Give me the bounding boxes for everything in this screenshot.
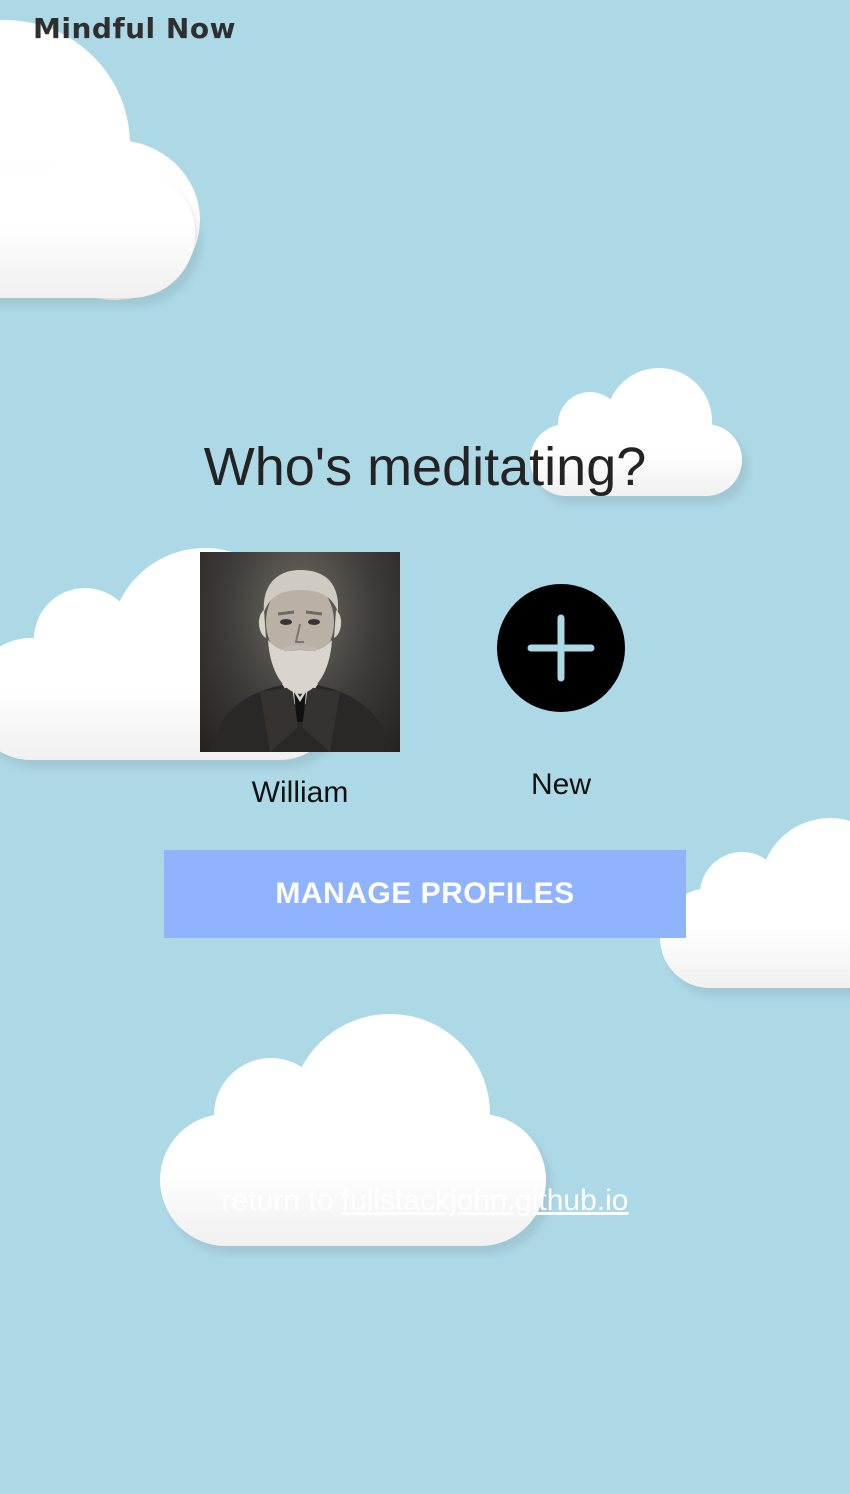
footer: return to fullstackjohn.github.io — [0, 1184, 850, 1218]
profile-william[interactable]: William — [200, 552, 400, 812]
footer-prefix: return to — [221, 1184, 334, 1217]
plus-icon — [527, 614, 595, 682]
page: Mindful Now Who's meditating? William Ne… — [0, 0, 850, 1494]
profile-name-william[interactable]: William — [200, 776, 400, 810]
profile-avatar[interactable] — [200, 552, 400, 752]
add-profile-button[interactable] — [497, 584, 625, 712]
app-title[interactable]: Mindful Now — [33, 12, 236, 45]
page-heading: Who's meditating? — [203, 437, 647, 497]
cloud-lower-right — [660, 818, 850, 990]
portrait-image — [210, 570, 392, 752]
profile-new[interactable]: New — [461, 584, 661, 804]
cloud-top-left — [0, 20, 200, 300]
footer-link[interactable]: fullstackjohn.github.io — [342, 1184, 629, 1217]
profile-name-new[interactable]: New — [461, 768, 661, 802]
manage-profiles-button[interactable]: MANAGE PROFILES — [164, 850, 686, 938]
